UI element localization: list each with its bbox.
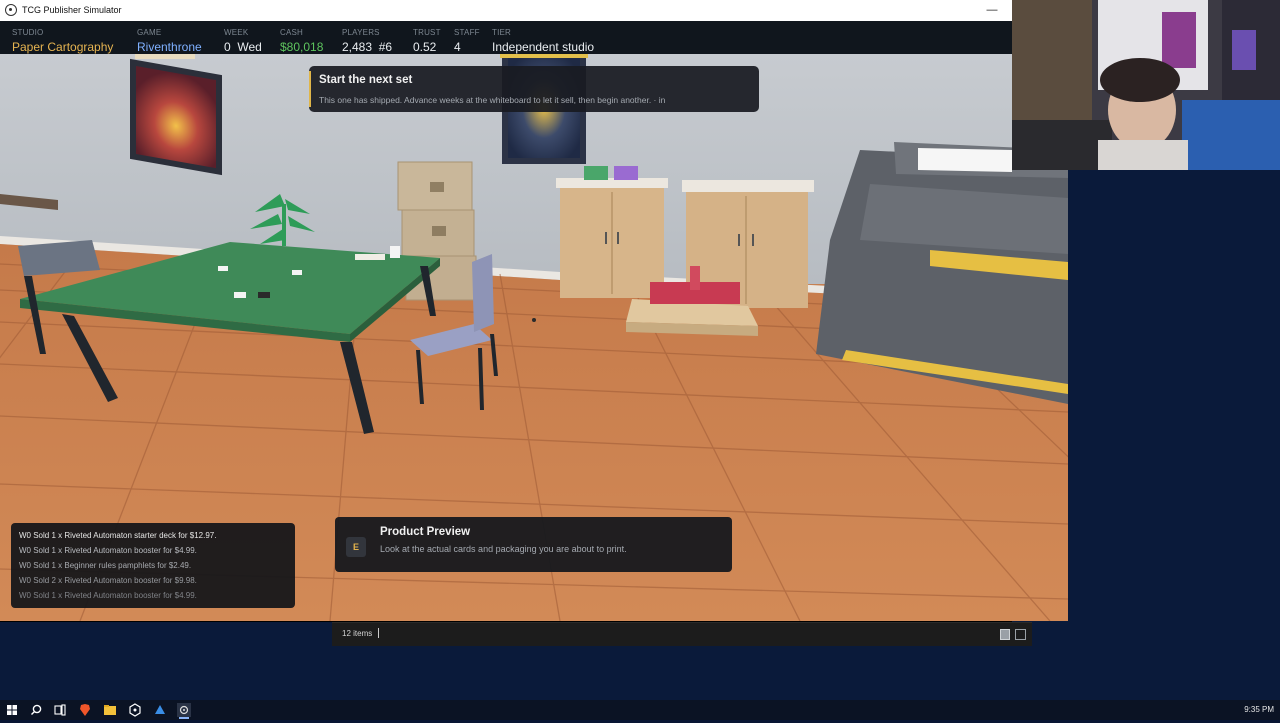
hud-tier-value: Independent studio [492,40,595,54]
hud-week-value: 0 Wed [224,40,262,54]
cabinet-left [556,178,668,298]
objective-description: This one has shipped. Advance weeks at t… [319,95,666,105]
hud-week-label: WEEK [224,28,249,37]
webcam-overlay [1012,0,1280,170]
hud-game-label: GAME [137,28,162,37]
log-entry: W0 Sold 1 x Beginner rules pamphlets for… [19,561,192,570]
objective-accent-bar [309,71,311,107]
prompt-title: Product Preview [380,526,471,538]
unity-icon[interactable] [126,702,144,718]
task-view-icon[interactable] [51,702,69,718]
hud-players-label: PLAYERS [342,28,380,37]
app-blue-icon[interactable] [151,702,169,718]
hud-players-value: 2,483 #6 [342,40,393,54]
hud-cash-label: CASH [280,28,304,37]
window-title: TCG Publisher Simulator [22,5,122,15]
hud-studio-value: Paper Cartography [12,40,114,54]
hud-trust-value: 0.52 [413,40,437,54]
center-poster-rail [500,54,588,58]
hud-cash-value: $80,018 [280,40,324,54]
details-view-button[interactable] [1000,629,1010,640]
green-book [584,166,608,180]
objective-notification: Start the next set This one has shipped.… [309,66,759,112]
objective-title: Start the next set [319,74,413,86]
windows-start-icon[interactable] [3,702,21,718]
app-icon [5,4,17,16]
interact-key-badge: E [346,537,366,557]
log-entry: W0 Sold 1 x Riveted Automaton booster fo… [19,546,197,555]
windows-taskbar: 9:35 PM [0,700,1280,720]
minimize-button[interactable]: — [980,0,1004,21]
prompt-description: Look at the actual cards and packaging y… [380,544,627,554]
hud-bar: STUDIO Paper Cartography GAME Riventhron… [0,21,1012,54]
file-explorer-icon[interactable] [101,702,119,718]
file-explorer-status-bar: 12 items [332,622,1032,646]
interaction-prompt[interactable]: E Product Preview Look at the actual car… [335,517,732,572]
hud-trust-label: TRUST [413,28,441,37]
hud-game-value: Riventhrone [137,40,202,54]
brave-browser-icon[interactable] [76,702,94,718]
desktop: 12 items TCG Publisher Simulator — STUDI… [0,0,1280,720]
system-clock[interactable]: 9:35 PM [1244,705,1274,714]
desktop-background [1068,170,1280,621]
log-entry: W0 Sold 1 x Riveted Automaton starter de… [19,531,217,540]
hud-staff-value: 4 [454,40,461,54]
log-entry: W0 Sold 1 x Riveted Automaton booster fo… [19,591,197,600]
crosshair [532,318,536,322]
item-count: 12 items [342,629,373,638]
poster-rail [135,54,195,59]
left-poster [130,58,222,176]
log-entry: W0 Sold 2 x Riveted Automaton booster fo… [19,576,197,585]
window-titlebar: TCG Publisher Simulator — [0,0,1012,21]
text-cursor [378,628,379,638]
tiles-view-button[interactable] [1015,629,1026,640]
webcam-feed [1012,0,1280,170]
search-icon[interactable] [27,702,45,718]
sales-log: W0 Sold 1 x Riveted Automaton starter de… [11,523,295,608]
tcg-game-icon[interactable] [175,702,193,719]
hud-staff-label: STAFF [454,28,480,37]
purple-book [614,166,638,180]
hud-studio-label: STUDIO [12,28,44,37]
hud-tier-label: TIER [492,28,512,37]
